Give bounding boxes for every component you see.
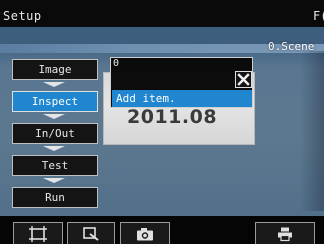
label-date-text: 2011.08 <box>127 106 218 128</box>
menu-inspect-button[interactable]: Inspect <box>12 91 98 112</box>
close-icon <box>237 73 250 86</box>
capture-button[interactable] <box>120 222 170 244</box>
menu-run-button[interactable]: Run <box>12 187 98 208</box>
close-button[interactable] <box>235 71 252 88</box>
print-icon <box>278 227 292 241</box>
popup-header <box>112 72 252 89</box>
frame-button[interactable] <box>13 222 63 244</box>
menu-in-out-button[interactable]: In/Out <box>12 123 98 144</box>
zoom-icon <box>83 226 99 241</box>
chevron-down-icon <box>43 178 65 183</box>
screen: Setup F( 2011.08 0.Scene Image Inspect I… <box>0 0 324 244</box>
camera-icon <box>137 227 153 240</box>
chevron-down-icon <box>43 82 65 87</box>
frame-icon <box>29 225 47 242</box>
menu-image-button[interactable]: Image <box>12 59 98 80</box>
title-bar: Setup F( <box>0 0 324 27</box>
zoom-button[interactable] <box>67 222 115 244</box>
page-title: Setup <box>3 9 42 23</box>
scene-label: 0.Scene <box>268 40 315 53</box>
add-item-button[interactable]: Add item. <box>112 90 252 107</box>
title-right-text: F( <box>313 9 324 23</box>
print-button[interactable] <box>255 222 315 244</box>
chevron-down-icon <box>43 146 65 151</box>
chevron-down-icon <box>43 114 65 119</box>
menu-test-button[interactable]: Test <box>12 155 98 176</box>
camera-shade <box>300 51 324 211</box>
field-value: 0 <box>113 58 120 69</box>
